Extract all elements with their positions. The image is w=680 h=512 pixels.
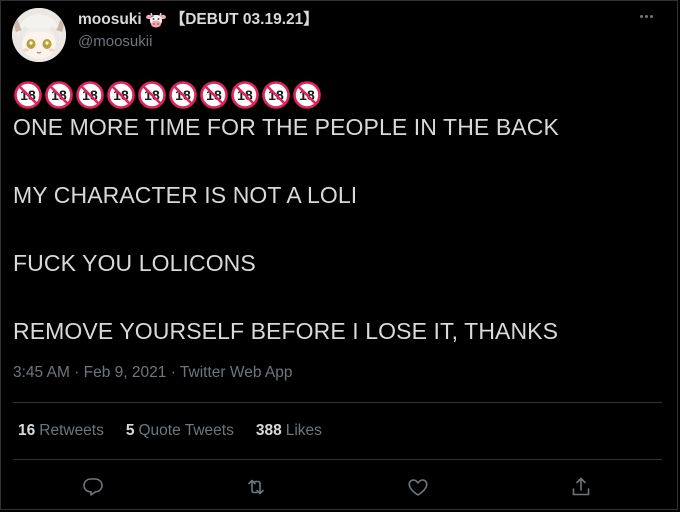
display-name-text: moosuki	[78, 11, 142, 28]
author-names: moosuki 【DEBUT 03.19.21】 @moosukii	[78, 10, 319, 51]
tweet-actions	[0, 472, 680, 502]
no-one-under-18-icon: 18	[292, 80, 322, 110]
heart-icon[interactable]	[403, 472, 433, 502]
no-one-under-18-icon: 18	[261, 80, 291, 110]
meta-separator: ·	[74, 364, 80, 381]
tweet-line: ONE MORE TIME FOR THE PEOPLE IN THE BACK	[13, 114, 559, 140]
retweets-count: 16	[18, 422, 36, 439]
divider	[13, 459, 662, 460]
emoji-row: 18181818181818181818	[13, 80, 668, 110]
retweet-icon[interactable]	[241, 472, 271, 502]
likes-stat[interactable]: 388 Likes	[256, 422, 322, 440]
retweets-stat[interactable]: 16 Retweets	[18, 422, 104, 440]
meta-separator: ·	[170, 364, 176, 381]
quotes-count: 5	[125, 422, 135, 439]
author-display-name[interactable]: moosuki 【DEBUT 03.19.21】	[78, 10, 319, 30]
tweet-date[interactable]: Feb 9, 2021	[84, 364, 167, 381]
tweet-line: FUCK YOU LOLICONS	[13, 250, 256, 276]
no-one-under-18-icon: 18	[13, 80, 43, 110]
tweet-stats: 16 Retweets 5 Quote Tweets 388 Likes	[18, 422, 322, 440]
tweet-time[interactable]: 3:45 AM	[13, 364, 70, 381]
tweet-meta: 3:45 AM · Feb 9, 2021 · Twitter Web App	[13, 364, 293, 382]
no-one-under-18-icon: 18	[137, 80, 167, 110]
retweets-label: Retweets	[39, 422, 104, 439]
tweet-line: REMOVE YOURSELF BEFORE I LOSE IT, THANKS	[13, 318, 559, 344]
tweet-line: MY CHARACTER IS NOT A LOLI	[13, 182, 358, 208]
cow-emoji-icon	[145, 11, 166, 29]
no-one-under-18-icon: 18	[230, 80, 260, 110]
divider	[13, 402, 662, 403]
tweet-source[interactable]: Twitter Web App	[180, 364, 293, 381]
more-icon[interactable]	[634, 8, 658, 24]
display-name-suffix: 【DEBUT 03.19.21】	[169, 11, 319, 28]
share-icon[interactable]	[566, 472, 596, 502]
tweet-header: moosuki 【DEBUT 03.19.21】 @moosukii	[12, 6, 668, 62]
likes-label: Likes	[285, 422, 322, 439]
tweet-text: 18181818181818181818 ONE MORE TIME FOR T…	[13, 80, 668, 348]
reply-icon[interactable]	[78, 472, 108, 502]
avatar[interactable]	[12, 8, 66, 62]
likes-count: 388	[255, 422, 282, 439]
no-one-under-18-icon: 18	[106, 80, 136, 110]
author-handle[interactable]: @moosukii	[78, 33, 319, 51]
no-one-under-18-icon: 18	[168, 80, 198, 110]
no-one-under-18-icon: 18	[75, 80, 105, 110]
no-one-under-18-icon: 18	[44, 80, 74, 110]
quotes-label: Quote Tweets	[138, 422, 234, 439]
no-one-under-18-icon: 18	[199, 80, 229, 110]
quotes-stat[interactable]: 5 Quote Tweets	[126, 422, 234, 440]
